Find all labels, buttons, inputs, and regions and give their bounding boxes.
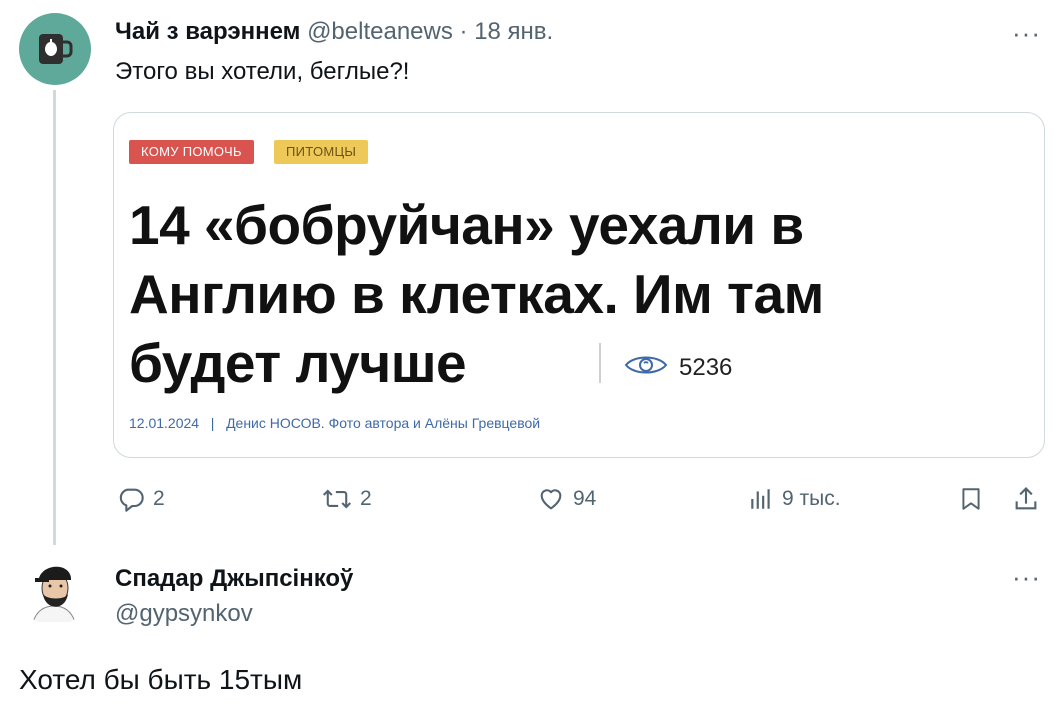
tweet1-more-button[interactable]: ···: [1012, 18, 1041, 49]
teacup-logo-icon: [39, 34, 73, 64]
eye-icon: [624, 356, 668, 374]
headline-line: 14 «бобруйчан» уехали в: [129, 194, 804, 256]
analytics-icon: [751, 489, 770, 509]
retweet-button[interactable]: 2: [322, 482, 372, 516]
tweet2-text: Хотел бы быть 15тым: [19, 664, 303, 695]
retweet-icon: [322, 489, 352, 509]
article-author: Денис НОСОВ. Фото автора и Алёны Гревцев…: [226, 415, 541, 431]
bookmark-icon: [962, 488, 980, 510]
views-divider: [599, 343, 601, 383]
tag-category: КОМУ ПОМОЧЬ: [129, 140, 254, 164]
bookmark-button[interactable]: [958, 482, 984, 516]
tweet1-date[interactable]: 18 янв.: [474, 18, 553, 45]
tweet2-more-button[interactable]: ···: [1012, 562, 1041, 593]
share-button[interactable]: [1012, 482, 1040, 516]
bearded-man-avatar-icon: [19, 556, 89, 626]
tweet1-header: Чай з варэннем @belteanews · 18 янв.: [115, 18, 553, 46]
tweet2-display-name[interactable]: Спадар Джыпсінкоў: [115, 565, 353, 593]
article-date: 12.01.2024: [129, 415, 200, 431]
tag-category: ПИТОМЦЫ: [274, 140, 369, 164]
share-icon: [1015, 487, 1037, 510]
avatar-gypsynkov[interactable]: [19, 556, 89, 626]
link-preview-card[interactable]: КОМУ ПОМОЧЬ ПИТОМЦЫ 14 «бобруйчан» уехал…: [113, 112, 1045, 458]
separator-dot: ·: [459, 18, 468, 45]
avatar-belteanews[interactable]: [19, 13, 91, 85]
reply-count: 2: [153, 487, 165, 510]
headline-line: будет лучше: [129, 332, 467, 394]
article-view-count: 5236: [679, 354, 733, 381]
analytics-button[interactable]: 9 тыс.: [748, 482, 841, 516]
reply-icon: [119, 488, 144, 512]
byline-separator: |: [210, 415, 215, 431]
thread-connector-line: [53, 90, 56, 545]
tweet1-handle[interactable]: @belteanews: [307, 18, 453, 45]
heart-icon: [540, 489, 562, 510]
article-headline: 14 «бобруйчан» уехали в Англию в клетках…: [129, 191, 1044, 398]
article-byline: 12.01.2024 | Денис НОСОВ. Фото автора и …: [129, 415, 540, 431]
reply-button[interactable]: 2: [117, 482, 165, 516]
view-count: 9 тыс.: [782, 487, 841, 510]
tweet1-display-name[interactable]: Чай з варэннем: [115, 18, 300, 45]
tweet2-handle[interactable]: @gypsynkov: [115, 600, 253, 628]
retweet-count: 2: [360, 487, 372, 510]
tweet1-text: Этого вы хотели, беглые?!: [115, 58, 410, 85]
like-button[interactable]: 94: [537, 482, 596, 516]
like-count: 94: [573, 487, 597, 510]
headline-line: Англию в клетках. Им там: [129, 263, 824, 325]
